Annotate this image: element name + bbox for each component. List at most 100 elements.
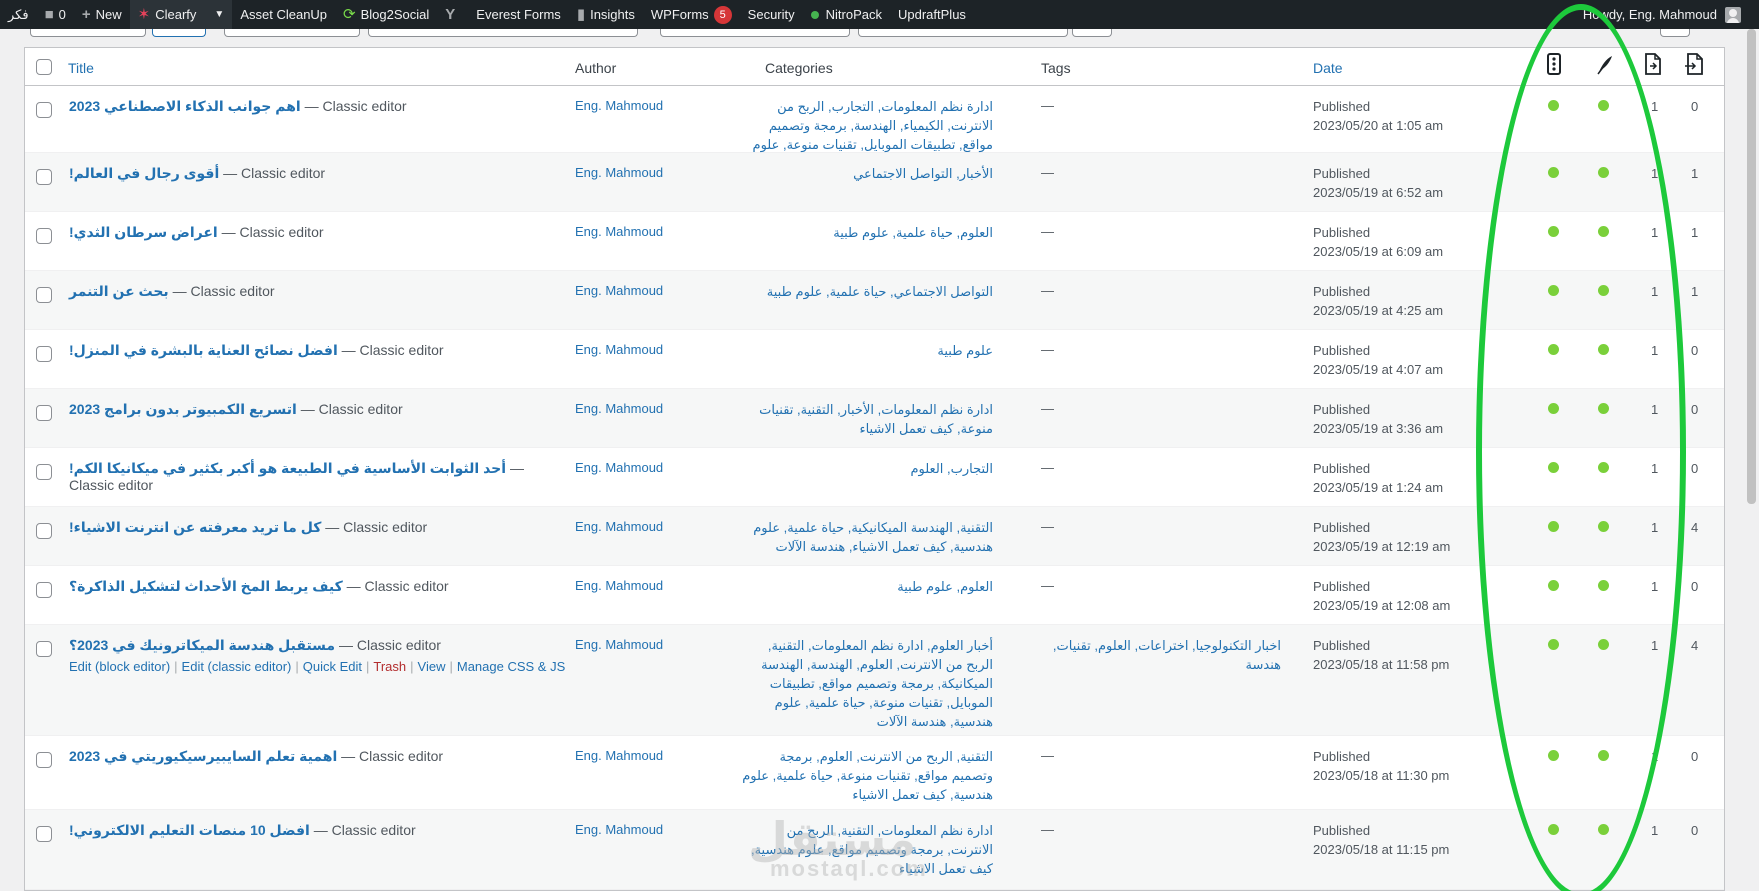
asset-cleanup-link[interactable]: Asset CleanUp: [232, 0, 335, 29]
row-checkbox[interactable]: [36, 346, 52, 362]
row-action-view[interactable]: View: [418, 659, 446, 674]
row-checkbox[interactable]: [36, 287, 52, 303]
post-author-link[interactable]: Eng. Mahmoud: [575, 736, 745, 763]
row-checkbox[interactable]: [36, 826, 52, 842]
post-title-link[interactable]: بحث عن التنمر: [69, 283, 169, 299]
post-title-link[interactable]: اعراض سرطان الثدي!: [69, 224, 218, 240]
category-filter-select[interactable]: [368, 29, 638, 37]
post-author-link[interactable]: Eng. Mahmoud: [575, 153, 745, 180]
post-title-link[interactable]: اهمية تعلم السايبيرسيكيوريتي في 2023: [69, 748, 337, 764]
post-author-link[interactable]: Eng. Mahmoud: [575, 212, 745, 239]
row-checkbox[interactable]: [36, 405, 52, 421]
new-content-link[interactable]: + New: [74, 0, 130, 29]
post-title-link[interactable]: مستقبل هندسة الميكاترونيك في 2023؟: [69, 637, 335, 653]
filter-button[interactable]: [1072, 29, 1112, 37]
nitropack-link[interactable]: NitroPack: [803, 0, 890, 29]
clearfy-menu[interactable]: ✶ Clearfy ▼: [129, 0, 233, 29]
column-tags-header: Tags: [1041, 60, 1071, 76]
post-author-link[interactable]: Eng. Mahmoud: [575, 507, 745, 534]
post-status: Published: [1313, 225, 1371, 240]
seo-score-icon[interactable]: [1546, 53, 1562, 75]
post-state: Classic editor: [322, 98, 407, 114]
post-author-link[interactable]: Eng. Mahmoud: [575, 86, 745, 113]
row-checkbox[interactable]: [36, 523, 52, 539]
post-categories[interactable]: العلوم, حياة علمية, علوم طبية: [739, 212, 993, 242]
security-label: Security: [747, 7, 795, 22]
my-account-menu[interactable]: Howdy, Eng. Mahmoud: [1583, 0, 1741, 29]
table-header: Title Author Categories Tags Date: [25, 48, 1724, 86]
row-checkbox[interactable]: [36, 102, 52, 118]
scrollbar-thumb[interactable]: [1747, 29, 1756, 504]
post-author-link[interactable]: Eng. Mahmoud: [575, 271, 745, 298]
post-date: 2023/05/19 at 12:19 am: [1313, 539, 1451, 554]
post-categories[interactable]: التقنية, الهندسة الميكانيكية, حياة علمية…: [739, 507, 993, 556]
date-filter-select[interactable]: [224, 29, 360, 37]
post-categories[interactable]: أخبار العلوم, ادارة نظم المعلومات, التقن…: [739, 625, 993, 731]
incoming-links-icon[interactable]: [1684, 53, 1704, 75]
outgoing-links-count: 1: [1651, 284, 1659, 299]
post-state: Classic editor: [190, 283, 275, 299]
post-tags: —: [1041, 578, 1054, 593]
comments-link[interactable]: ■ 0: [37, 0, 74, 29]
row-checkbox[interactable]: [36, 169, 52, 185]
post-categories[interactable]: التجارب, العلوم: [739, 448, 993, 478]
insights-link[interactable]: ▮ Insights: [569, 0, 643, 29]
post-author-link[interactable]: Eng. Mahmoud: [575, 448, 745, 475]
row-action-quick-edit[interactable]: Quick Edit: [303, 659, 362, 674]
row-checkbox[interactable]: [36, 582, 52, 598]
post-tags[interactable]: اخبار التكنولوجيا, اختراعات, العلوم, تقن…: [1041, 625, 1281, 674]
row-action-manage-css-js[interactable]: Manage CSS & JS: [457, 659, 565, 674]
post-author-link[interactable]: Eng. Mahmoud: [575, 330, 745, 357]
page-scrollbar[interactable]: [1744, 29, 1759, 891]
post-categories[interactable]: ادارة نظم المعلومات, التقنية, الربح من ا…: [739, 810, 993, 878]
readability-score-good-icon: [1598, 100, 1609, 111]
select-all-checkbox[interactable]: [36, 59, 52, 75]
wpforms-link[interactable]: WPForms 5: [643, 0, 740, 29]
row-action-edit-classic-editor[interactable]: Edit (classic editor): [182, 659, 292, 674]
row-checkbox[interactable]: [36, 752, 52, 768]
post-title-link[interactable]: كيف يربط المخ الأحداث لتشكيل الذاكرة؟: [69, 578, 343, 594]
outgoing-links-icon[interactable]: [1644, 53, 1662, 75]
post-categories[interactable]: التواصل الاجتماعي, حياة علمية, علوم طبية: [739, 271, 993, 301]
post-author-link[interactable]: Eng. Mahmoud: [575, 389, 745, 416]
everest-forms-link[interactable]: Everest Forms: [468, 0, 569, 29]
post-categories[interactable]: علوم طبية: [739, 330, 993, 360]
post-author-link[interactable]: Eng. Mahmoud: [575, 566, 745, 593]
blog2social-link[interactable]: ⟳ Blog2Social: [335, 0, 437, 29]
post-title-link[interactable]: اهم جوانب الذكاء الاصطناعي 2023: [69, 98, 301, 114]
post-categories[interactable]: التقنية, الربح من الانترنت, العلوم, برمج…: [739, 736, 993, 804]
site-name-link[interactable]: فكر: [0, 0, 37, 29]
seo-filter-select[interactable]: [660, 29, 850, 37]
outgoing-links-count: 1: [1651, 520, 1659, 535]
column-title-header[interactable]: Title: [68, 60, 94, 76]
post-status: Published: [1313, 638, 1371, 653]
post-state: Classic editor: [239, 224, 324, 240]
post-categories[interactable]: العلوم, علوم طبية: [739, 566, 993, 596]
security-link[interactable]: Security: [740, 0, 803, 29]
pagination-button[interactable]: [1660, 29, 1690, 37]
post-title-link[interactable]: كل ما تريد معرفته عن انترنت الاشياء!: [69, 519, 321, 535]
row-checkbox[interactable]: [36, 464, 52, 480]
post-author-link[interactable]: Eng. Mahmoud: [575, 810, 745, 837]
row-action-edit-block-editor[interactable]: Edit (block editor): [69, 659, 170, 674]
post-categories[interactable]: ادارة نظم المعلومات, الأخبار, التقنية, ت…: [739, 389, 993, 438]
readability-filter-select[interactable]: [858, 29, 1068, 37]
column-date-header[interactable]: Date: [1313, 60, 1343, 76]
post-title-link[interactable]: افضل 10 منصات التعليم الالكتروني!: [69, 822, 310, 838]
readability-icon[interactable]: [1596, 53, 1614, 75]
post-author-link[interactable]: Eng. Mahmoud: [575, 625, 745, 652]
updraftplus-label: UpdraftPlus: [898, 7, 966, 22]
post-title-link[interactable]: أحد الثوابت الأساسية في الطبيعة هو أكبر …: [69, 460, 506, 476]
post-title-link[interactable]: اتسريع الكمبيوتر بدون برامج 2023: [69, 401, 297, 417]
row-checkbox[interactable]: [36, 228, 52, 244]
yoast-menu[interactable]: Y: [437, 0, 468, 29]
bulk-actions-select[interactable]: [30, 29, 146, 37]
apply-button[interactable]: [152, 29, 206, 37]
updraftplus-link[interactable]: UpdraftPlus: [890, 0, 974, 29]
post-title-cell: مستقبل هندسة الميكاترونيك في 2023؟ — Cla…: [69, 625, 565, 674]
row-checkbox[interactable]: [36, 641, 52, 657]
row-action-trash[interactable]: Trash: [373, 659, 406, 674]
post-title-link[interactable]: أقوى رجال في العالم!: [69, 165, 219, 181]
post-categories[interactable]: الأخبار, التواصل الاجتماعي: [739, 153, 993, 183]
post-title-link[interactable]: افضل نصائح العناية بالبشرة في المنزل!: [69, 342, 338, 358]
